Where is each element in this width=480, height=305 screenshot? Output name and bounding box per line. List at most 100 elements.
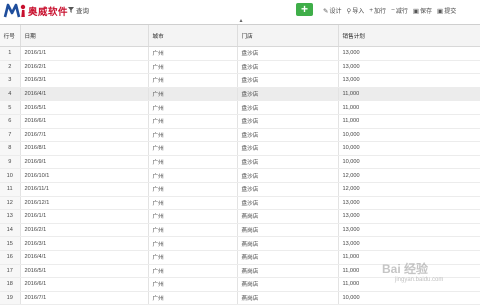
cell-sales-plan[interactable]: 12,000 xyxy=(338,168,480,183)
cell-rownum[interactable]: 2 xyxy=(0,60,21,75)
cell-date[interactable]: 2016/8/1 xyxy=(20,141,149,156)
cell-sales-plan[interactable]: 12,000 xyxy=(338,182,480,197)
table-row[interactable]: 7 2016/7/1 广州 盘沙店 10,000 xyxy=(0,128,480,143)
cell-rownum[interactable]: 1 xyxy=(0,46,21,61)
cell-store[interactable]: 燕岗店 xyxy=(237,250,339,265)
table-row[interactable]: 14 2016/2/1 广州 燕岗店 13,000 xyxy=(0,223,480,238)
cell-city[interactable]: 广州 xyxy=(148,291,238,305)
cell-sales-plan[interactable]: 13,000 xyxy=(338,73,480,88)
cell-rownum[interactable]: 7 xyxy=(0,128,21,143)
cell-store[interactable]: 盘沙店 xyxy=(237,128,339,143)
cell-city[interactable]: 广州 xyxy=(148,73,238,88)
query-button[interactable]: 查询 xyxy=(68,5,89,15)
cell-sales-plan[interactable]: 13,000 xyxy=(338,236,480,251)
table-row[interactable]: 3 2016/3/1 广州 盘沙店 13,000 xyxy=(0,73,480,88)
cell-store[interactable]: 燕岗店 xyxy=(237,209,339,224)
table-row[interactable]: 10 2016/10/1 广州 盘沙店 12,000 xyxy=(0,168,480,183)
table-row[interactable]: 1 2016/1/1 广州 盘沙店 13,000 xyxy=(0,46,480,61)
cell-rownum[interactable]: 15 xyxy=(0,236,21,251)
col-header-store[interactable]: 门店 xyxy=(237,25,339,47)
cell-store[interactable]: 燕岗店 xyxy=(237,291,339,305)
cell-rownum[interactable]: 4 xyxy=(0,87,21,102)
cell-date[interactable]: 2016/2/1 xyxy=(20,223,149,238)
cell-city[interactable]: 广州 xyxy=(148,264,238,279)
cell-city[interactable]: 广州 xyxy=(148,141,238,156)
cell-store[interactable]: 盘沙店 xyxy=(237,114,339,129)
cell-city[interactable]: 广州 xyxy=(148,60,238,75)
table-row[interactable]: 11 2016/11/1 广州 盘沙店 12,000 xyxy=(0,182,480,197)
cell-date[interactable]: 2016/11/1 xyxy=(20,182,149,197)
cell-city[interactable]: 广州 xyxy=(148,209,238,224)
table-row[interactable]: 15 2016/3/1 广州 燕岗店 13,000 xyxy=(0,236,480,251)
cell-sales-plan[interactable]: 13,000 xyxy=(338,60,480,75)
cell-city[interactable]: 广州 xyxy=(148,277,238,292)
cell-rownum[interactable]: 11 xyxy=(0,182,21,197)
cell-date[interactable]: 2016/3/1 xyxy=(20,236,149,251)
cell-sales-plan[interactable]: 11,000 xyxy=(338,100,480,115)
cell-sales-plan[interactable]: 10,000 xyxy=(338,291,480,305)
cell-sales-plan[interactable]: 11,000 xyxy=(338,87,480,102)
cell-rownum[interactable]: 18 xyxy=(0,277,21,292)
cell-rownum[interactable]: 19 xyxy=(0,291,21,305)
cell-sales-plan[interactable]: 13,000 xyxy=(338,223,480,238)
cell-store[interactable]: 盘沙店 xyxy=(237,196,339,211)
cell-store[interactable]: 盘沙店 xyxy=(237,100,339,115)
cell-date[interactable]: 2016/4/1 xyxy=(20,250,149,265)
cell-date[interactable]: 2016/1/1 xyxy=(20,46,149,61)
cell-store[interactable]: 燕岗店 xyxy=(237,236,339,251)
cell-rownum[interactable]: 10 xyxy=(0,168,21,183)
cell-rownum[interactable]: 6 xyxy=(0,114,21,129)
table-row[interactable]: 8 2016/8/1 广州 盘沙店 10,000 xyxy=(0,141,480,156)
cell-date[interactable]: 2016/10/1 xyxy=(20,168,149,183)
table-row[interactable]: 6 2016/6/1 广州 盘沙店 11,000 xyxy=(0,114,480,129)
cell-store[interactable]: 盘沙店 xyxy=(237,155,339,170)
delete-row-button[interactable]: − 减行 xyxy=(391,6,408,15)
add-button[interactable]: + xyxy=(296,3,313,16)
cell-sales-plan[interactable]: 10,000 xyxy=(338,155,480,170)
cell-rownum[interactable]: 12 xyxy=(0,196,21,211)
table-row[interactable]: 9 2016/9/1 广州 盘沙店 10,000 xyxy=(0,155,480,170)
cell-city[interactable]: 广州 xyxy=(148,46,238,61)
cell-sales-plan[interactable]: 13,000 xyxy=(338,196,480,211)
cell-date[interactable]: 2016/6/1 xyxy=(20,277,149,292)
cell-city[interactable]: 广州 xyxy=(148,182,238,197)
cell-sales-plan[interactable]: 11,000 xyxy=(338,114,480,129)
cell-date[interactable]: 2016/5/1 xyxy=(20,264,149,279)
table-row[interactable]: 4 2016/4/1 广州 盘沙店 11,000 xyxy=(0,87,480,102)
cell-store[interactable]: 燕岗店 xyxy=(237,277,339,292)
cell-store[interactable]: 盘沙店 xyxy=(237,73,339,88)
cell-rownum[interactable]: 17 xyxy=(0,264,21,279)
design-button[interactable]: ✎ 设计 xyxy=(323,6,341,16)
table-row[interactable]: 2 2016/2/1 广州 盘沙店 13,000 xyxy=(0,60,480,75)
cell-city[interactable]: 广州 xyxy=(148,250,238,265)
col-header-rownum[interactable]: 行号 xyxy=(0,25,21,47)
import-button[interactable]: ⚲ 导入 xyxy=(346,6,364,16)
cell-rownum[interactable]: 16 xyxy=(0,250,21,265)
cell-rownum[interactable]: 9 xyxy=(0,155,21,170)
cell-city[interactable]: 广州 xyxy=(148,87,238,102)
cell-rownum[interactable]: 13 xyxy=(0,209,21,224)
cell-date[interactable]: 2016/7/1 xyxy=(20,128,149,143)
cell-date[interactable]: 2016/5/1 xyxy=(20,100,149,115)
col-header-sales-plan[interactable]: 销售计划 xyxy=(338,25,480,47)
cell-date[interactable]: 2016/4/1 xyxy=(20,87,149,102)
cell-rownum[interactable]: 14 xyxy=(0,223,21,238)
cell-store[interactable]: 盘沙店 xyxy=(237,141,339,156)
add-row-button[interactable]: + 加行 xyxy=(369,6,386,15)
save-button[interactable]: ▣ 保存 xyxy=(413,6,432,16)
cell-city[interactable]: 广州 xyxy=(148,168,238,183)
cell-store[interactable]: 盘沙店 xyxy=(237,168,339,183)
cell-date[interactable]: 2016/3/1 xyxy=(20,73,149,88)
cell-city[interactable]: 广州 xyxy=(148,155,238,170)
cell-city[interactable]: 广州 xyxy=(148,114,238,129)
cell-city[interactable]: 广州 xyxy=(148,128,238,143)
col-header-city[interactable]: 城市 xyxy=(148,25,238,47)
cell-rownum[interactable]: 5 xyxy=(0,100,21,115)
cell-sales-plan[interactable]: 10,000 xyxy=(338,141,480,156)
cell-city[interactable]: 广州 xyxy=(148,100,238,115)
table-row[interactable]: 19 2016/7/1 广州 燕岗店 10,000 xyxy=(0,291,480,305)
cell-sales-plan[interactable]: 10,000 xyxy=(338,128,480,143)
cell-store[interactable]: 盘沙店 xyxy=(237,60,339,75)
cell-city[interactable]: 广州 xyxy=(148,223,238,238)
cell-date[interactable]: 2016/2/1 xyxy=(20,60,149,75)
